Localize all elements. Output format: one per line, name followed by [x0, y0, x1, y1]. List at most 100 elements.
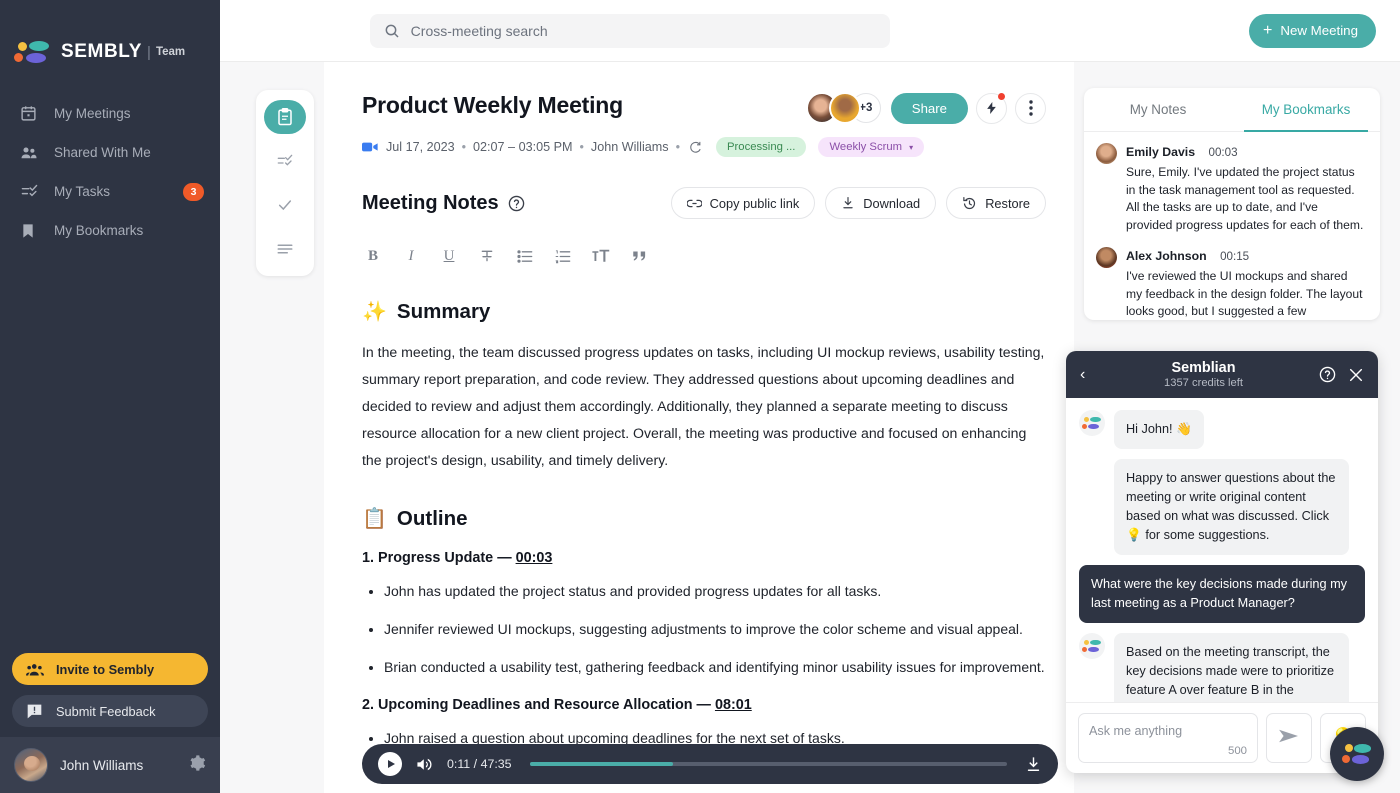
player-time: 0:11 / 47:35 — [447, 757, 512, 771]
search-box[interactable] — [369, 13, 890, 48]
volume-icon[interactable] — [416, 757, 433, 772]
sidebar-item-my-bookmarks[interactable]: My Bookmarks — [0, 211, 220, 250]
chat-message-user: What were the key decisions made during … — [1079, 565, 1365, 623]
participant-avatars[interactable]: +3 — [805, 92, 881, 124]
bold-button[interactable]: B — [362, 245, 384, 267]
download-button[interactable]: Download — [825, 187, 937, 219]
progress-slider[interactable] — [529, 762, 1007, 766]
meta-separator: • — [461, 140, 467, 154]
bookmark-list: Emily Davis 00:03 Sure, Emily. I've upda… — [1084, 132, 1380, 320]
list-item[interactable]: Alex Johnson 00:15 I've reviewed the UI … — [1096, 247, 1366, 320]
bookmark-timestamp[interactable]: 00:03 — [1209, 146, 1238, 159]
play-button[interactable] — [378, 752, 402, 776]
outline-dash: — — [497, 550, 512, 566]
sidebar-item-my-meetings[interactable]: My Meetings — [0, 94, 220, 133]
avatar — [828, 92, 861, 124]
title-actions: +3 Share — [805, 92, 1046, 124]
meta-separator: • — [675, 140, 680, 154]
avatar — [1096, 247, 1117, 268]
rail-notes-button[interactable] — [264, 100, 306, 134]
rail-tasks-button[interactable] — [264, 144, 306, 178]
semblian-header: ‹ Semblian 1357 credits left — [1066, 351, 1378, 398]
bullet-list-button[interactable] — [514, 245, 536, 267]
lines-icon — [277, 244, 293, 254]
share-button[interactable]: Share — [890, 92, 968, 124]
more-options-button[interactable] — [1015, 92, 1046, 124]
meeting-title-row: Product Weekly Meeting +3 Share — [362, 92, 1046, 124]
outline-bullets: John has updated the project status and … — [384, 580, 1046, 678]
help-circle-icon[interactable] — [1319, 366, 1336, 383]
sparkles-icon: ✨ — [362, 301, 387, 323]
restore-button[interactable]: Restore — [946, 187, 1046, 219]
submit-feedback-button[interactable]: Submit Feedback — [12, 695, 208, 727]
status-chip: Processing ... — [716, 137, 807, 157]
outline-timestamp-link[interactable]: 08:01 — [715, 697, 752, 713]
avatar — [14, 748, 48, 782]
italic-button[interactable]: I — [400, 245, 422, 267]
meeting-document: Product Weekly Meeting +3 Share Jul 17, … — [324, 62, 1074, 793]
history-icon — [962, 196, 977, 211]
quote-button[interactable] — [628, 245, 650, 267]
clipboard-emoji-icon: 📋 — [362, 508, 387, 530]
tab-my-bookmarks[interactable]: My Bookmarks — [1232, 88, 1380, 132]
meeting-meta: Jul 17, 2023 • 02:07 – 03:05 PM • John W… — [362, 137, 1046, 157]
back-icon[interactable]: ‹ — [1080, 366, 1100, 384]
char-limit-counter: 500 — [1227, 745, 1247, 757]
tag-label: Weekly Scrum — [829, 141, 903, 153]
semblian-fab-button[interactable] — [1330, 727, 1384, 781]
ask-input-wrapper[interactable]: 500 — [1078, 713, 1258, 763]
outline-section-title: 1. Progress Update — 00:03 — [362, 550, 1046, 566]
tab-my-notes[interactable]: My Notes — [1084, 88, 1232, 131]
notes-bookmarks-panel: My Notes My Bookmarks Emily Davis 00:03 … — [1084, 88, 1380, 320]
search-input[interactable] — [410, 22, 876, 39]
invite-to-sembly-button[interactable]: Invite to Sembly — [12, 653, 208, 685]
send-button[interactable] — [1266, 713, 1312, 763]
gear-icon[interactable] — [188, 754, 206, 777]
panel-tabs: My Notes My Bookmarks — [1084, 88, 1380, 132]
summary-text: In the meeting, the team discussed progr… — [362, 344, 1045, 468]
brand-logo[interactable]: SEMBLY | Team — [0, 0, 220, 78]
total-duration: 47:35 — [480, 757, 512, 771]
close-icon[interactable] — [1348, 367, 1364, 383]
list-item[interactable]: Emily Davis 00:03 Sure, Emily. I've upda… — [1096, 143, 1366, 234]
rail-transcript-button[interactable] — [264, 232, 306, 266]
check-icon — [278, 200, 292, 211]
underline-button[interactable]: U — [438, 245, 460, 267]
user-profile-row[interactable]: John Williams — [0, 737, 220, 793]
top-bar: + New Meeting — [220, 0, 1400, 62]
tag-chip[interactable]: Weekly Scrum ▾ — [818, 137, 925, 157]
new-meeting-label: New Meeting — [1280, 23, 1358, 38]
outline-section-title: 2. Upcoming Deadlines and Resource Alloc… — [362, 697, 1046, 713]
bookmark-timestamp[interactable]: 00:15 — [1220, 250, 1249, 263]
bookmark-text: I've reviewed the UI mockups and shared … — [1126, 269, 1363, 318]
semblian-avatar-icon — [1079, 633, 1105, 659]
rail-check-button[interactable] — [264, 188, 306, 222]
notes-actions: Copy public link Download Restore — [661, 187, 1046, 219]
refresh-icon[interactable] — [689, 141, 702, 154]
automations-button[interactable] — [976, 92, 1007, 124]
bookmark-icon — [20, 222, 42, 240]
numbered-list-button[interactable] — [552, 245, 574, 267]
ask-input[interactable] — [1089, 724, 1247, 738]
font-size-button[interactable] — [590, 245, 612, 267]
sidebar-item-my-tasks[interactable]: My Tasks 3 — [0, 172, 220, 211]
sidebar-item-shared-with-me[interactable]: Shared With Me — [0, 133, 220, 172]
help-circle-icon[interactable] — [508, 195, 525, 212]
semblian-messages: Hi John! 👋 Happy to answer questions abo… — [1066, 398, 1378, 702]
user-name: John Williams — [60, 757, 144, 773]
download-label: Download — [863, 195, 921, 211]
page-title: Product Weekly Meeting — [362, 92, 624, 118]
outline-timestamp-link[interactable]: 00:03 — [516, 550, 553, 566]
sembly-logo-icon — [1342, 744, 1372, 764]
chat-message-bot: Hi John! 👋 — [1079, 410, 1365, 449]
strikethrough-button[interactable] — [476, 245, 498, 267]
avatar — [1096, 143, 1117, 164]
download-audio-icon[interactable] — [1025, 756, 1042, 773]
summary-heading: Summary — [396, 299, 491, 323]
copy-link-label: Copy public link — [709, 195, 800, 211]
brand-plan: Team — [155, 46, 186, 58]
feedback-icon — [26, 703, 46, 719]
sidebar-nav: My Meetings Shared With Me My Tasks 3 My… — [0, 94, 220, 250]
copy-public-link-button[interactable]: Copy public link — [670, 187, 816, 219]
new-meeting-button[interactable]: + New Meeting — [1249, 13, 1376, 48]
